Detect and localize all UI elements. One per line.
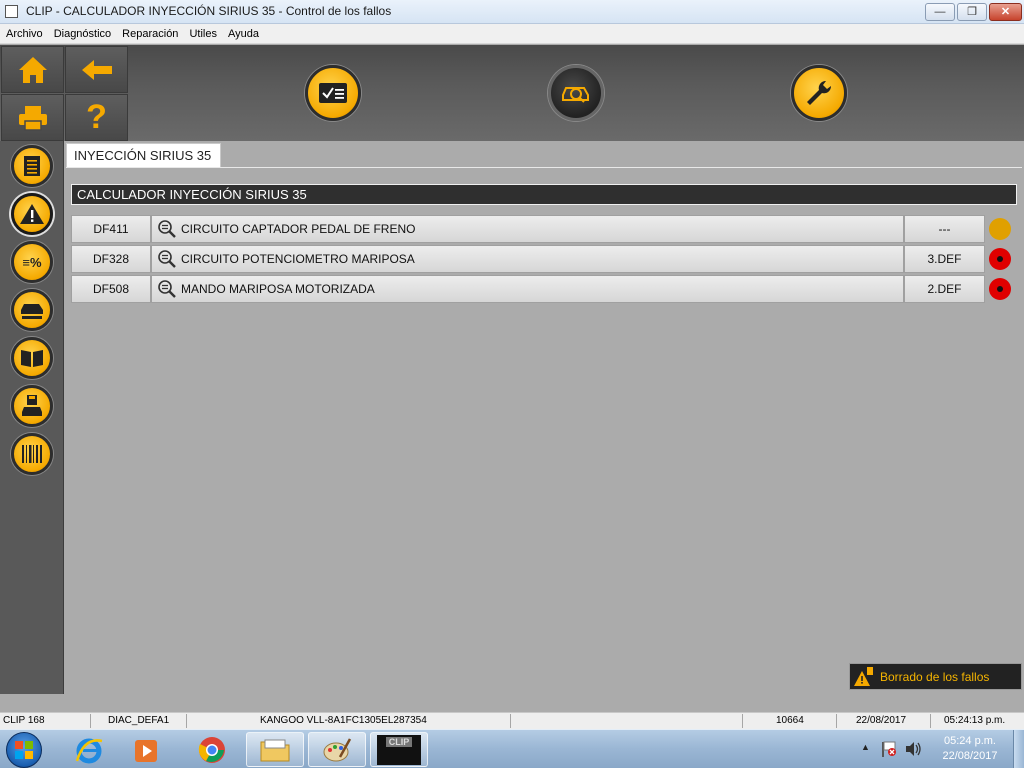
checklist-icon <box>319 83 347 103</box>
sidebar-document-button[interactable] <box>11 145 53 187</box>
folder-icon <box>260 739 290 761</box>
taskbar-ie[interactable] <box>60 732 118 767</box>
fault-description-cell: MANDO MARIPOSA MOTORIZADA <box>151 275 904 303</box>
clip-app-icon: CLIP <box>377 734 421 765</box>
fault-code: DF411 <box>71 215 151 243</box>
menu-archivo[interactable]: Archivo <box>0 25 48 40</box>
status-bar: CLIP 168 DIAC_DEFA1 KANGOO VLL-8A1FC1305… <box>0 712 1024 729</box>
media-player-icon <box>135 739 157 762</box>
status-clip-version: CLIP 168 <box>3 715 45 726</box>
help-button[interactable]: ? <box>65 94 128 141</box>
taskbar-paint[interactable] <box>308 732 366 767</box>
print-button[interactable] <box>1 94 64 141</box>
menu-bar: Archivo Diagnóstico Reparación Utiles Ayuda <box>0 24 1024 44</box>
clock-time: 05:24 p.m. <box>944 735 996 747</box>
sidebar-barcode-button[interactable] <box>11 433 53 475</box>
fault-indicator-red <box>989 278 1011 300</box>
tray-expand-icon[interactable]: ▲ <box>861 742 870 752</box>
fault-description-cell: CIRCUITO CAPTADOR PEDAL DE FRENO <box>151 215 904 243</box>
menu-reparacion[interactable]: Reparación <box>116 25 183 40</box>
fault-status: 3.DEF <box>904 245 985 273</box>
fault-code: DF508 <box>71 275 151 303</box>
taskbar-chrome[interactable] <box>183 732 241 767</box>
vehicle-scan-icon <box>562 87 589 103</box>
document-icon <box>24 156 40 176</box>
status-counter: 10664 <box>776 715 804 726</box>
windows-logo-icon <box>15 741 33 759</box>
taskbar: CLIP ▲ 05:24 p.m. 22/08/2017 <box>0 729 1024 768</box>
app-icon <box>5 5 18 18</box>
sidebar-save-vehicle-button[interactable] <box>11 385 53 427</box>
menu-utiles[interactable]: Utiles <box>183 25 222 40</box>
status-date: 22/08/2017 <box>856 715 907 726</box>
home-button[interactable] <box>1 46 64 93</box>
fault-indicator-red <box>989 248 1011 270</box>
chrome-icon <box>198 736 225 763</box>
tab-divider <box>66 167 1022 168</box>
repair-button[interactable] <box>791 65 847 121</box>
back-button[interactable] <box>65 46 128 93</box>
minimize-button[interactable]: — <box>925 3 955 21</box>
vehicle-scan-button[interactable] <box>548 65 604 121</box>
fault-description: CIRCUITO POTENCIOMETRO MARIPOSA <box>181 252 415 266</box>
manual-book-icon <box>21 350 43 367</box>
vehicle-config-icon <box>21 304 43 319</box>
fault-status: 2.DEF <box>904 275 985 303</box>
back-arrow-icon <box>81 59 112 80</box>
fault-description: CIRCUITO CAPTADOR PEDAL DE FRENO <box>181 222 416 236</box>
system-clock[interactable]: 05:24 p.m. 22/08/2017 <box>930 734 1010 764</box>
status-diag-mode: DIAC_DEFA1 <box>108 715 170 726</box>
fault-row[interactable]: DF328 CIRCUITO POTENCIOMETRO MARIPOSA 3.… <box>71 245 985 273</box>
checklist-button[interactable] <box>305 65 361 121</box>
sidebar-manual-button[interactable] <box>11 337 53 379</box>
wrench-icon <box>807 80 832 105</box>
fault-status: --- <box>904 215 985 243</box>
sidebar-faults-button[interactable] <box>11 193 53 235</box>
maximize-button[interactable]: ❐ <box>957 3 987 21</box>
taskbar-clip[interactable]: CLIP <box>370 732 428 767</box>
fault-indicator-amber <box>989 218 1011 240</box>
taskbar-explorer[interactable] <box>246 732 304 767</box>
status-time: 05:24:13 p.m. <box>944 715 1006 726</box>
fault-row[interactable]: DF411 CIRCUITO CAPTADOR PEDAL DE FRENO -… <box>71 215 985 243</box>
clear-faults-label: Borrado de los fallos <box>880 669 990 684</box>
start-button[interactable] <box>6 732 42 768</box>
menu-diagnostico[interactable]: Diagnóstico <box>48 25 116 40</box>
warning-clear-icon <box>854 666 873 686</box>
print-icon <box>18 105 47 131</box>
sidebar-vehicle-config-button[interactable] <box>11 289 53 331</box>
status-vehicle: KANGOO VLL-8A1FC1305EL287354 <box>260 715 427 726</box>
paint-palette-icon <box>323 737 352 761</box>
close-button[interactable]: ✕ <box>989 3 1022 21</box>
home-icon <box>18 56 47 83</box>
warning-icon <box>20 204 44 224</box>
menu-ayuda[interactable]: Ayuda <box>222 25 264 40</box>
sidebar: ≡% <box>0 141 64 694</box>
save-vehicle-icon <box>22 395 42 416</box>
internet-explorer-icon <box>75 738 103 763</box>
magnifier-icon[interactable] <box>157 219 177 239</box>
fault-description: MANDO MARIPOSA MOTORIZADA <box>181 282 375 296</box>
taskbar-media-player[interactable] <box>118 732 176 767</box>
fault-description-cell: CIRCUITO POTENCIOMETRO MARIPOSA <box>151 245 904 273</box>
magnifier-icon[interactable] <box>157 279 177 299</box>
volume-icon[interactable] <box>904 740 922 758</box>
fault-row[interactable]: DF508 MANDO MARIPOSA MOTORIZADA 2.DEF <box>71 275 985 303</box>
fault-code: DF328 <box>71 245 151 273</box>
tab-sirius-35[interactable]: INYECCIÓN SIRIUS 35 <box>66 143 221 168</box>
title-bar: CLIP - CALCULADOR INYECCIÓN SIRIUS 35 - … <box>0 0 1024 24</box>
barcode-icon <box>22 445 42 463</box>
sidebar-parameters-button[interactable]: ≡% <box>11 241 53 283</box>
show-desktop-button[interactable] <box>1013 730 1024 768</box>
network-flag-icon[interactable] <box>880 740 898 758</box>
help-icon: ? <box>86 98 107 136</box>
clear-faults-button[interactable]: Borrado de los fallos <box>849 663 1022 690</box>
window-title: CLIP - CALCULADOR INYECCIÓN SIRIUS 35 - … <box>26 4 392 18</box>
percent-values-icon: ≡% <box>22 254 42 270</box>
toolbar: ? <box>0 45 1024 141</box>
ecu-title: CALCULADOR INYECCIÓN SIRIUS 35 <box>71 184 1017 205</box>
magnifier-icon[interactable] <box>157 249 177 269</box>
clock-date: 22/08/2017 <box>942 750 998 762</box>
